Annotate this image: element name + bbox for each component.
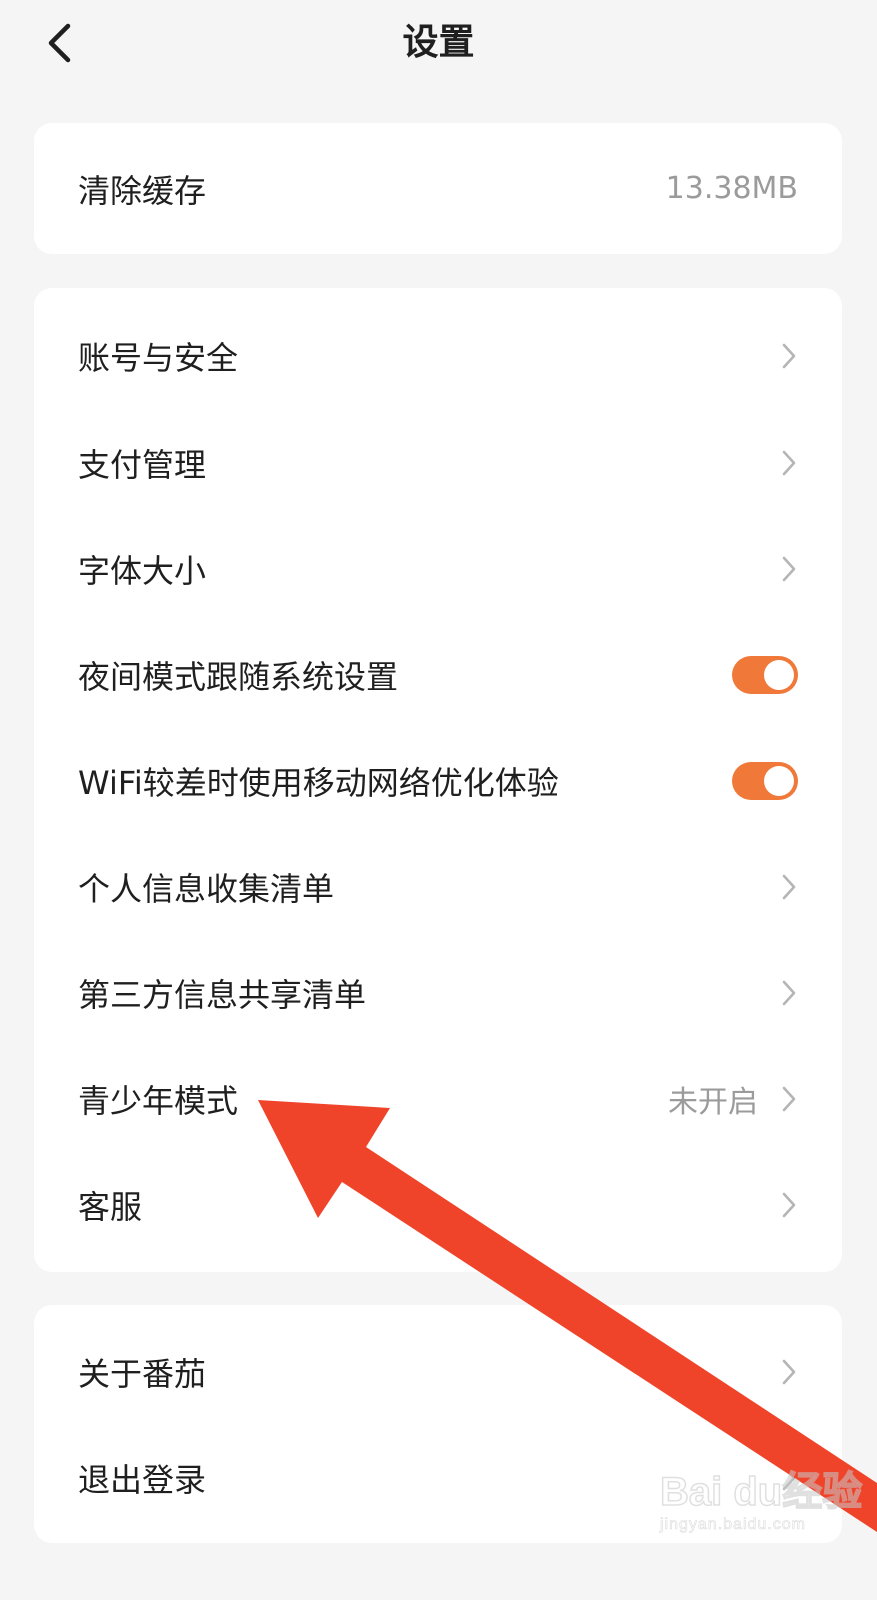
third-party-sharing-label: 第三方信息共享清单 (78, 976, 367, 1014)
toggle-knob (764, 660, 794, 690)
chevron-right-icon (780, 1357, 798, 1387)
font-size-label: 字体大小 (78, 552, 207, 590)
account-card: 关于番茄 退出登录 (34, 1305, 842, 1543)
font-size-row[interactable]: 字体大小 (34, 516, 842, 622)
teen-mode-row[interactable]: 青少年模式 未开启 (34, 1046, 842, 1152)
third-party-sharing-row[interactable]: 第三方信息共享清单 (34, 940, 842, 1046)
about-label: 关于番茄 (78, 1355, 207, 1393)
customer-service-row[interactable]: 客服 (34, 1152, 842, 1258)
teen-mode-status: 未开启 (668, 1085, 758, 1120)
navigation-bar: 设置 (0, 0, 877, 90)
toggle-knob (764, 766, 794, 796)
chevron-right-icon (780, 1084, 798, 1114)
settings-page: 设置 清除缓存 13.38MB 账号与安全 支付管理 字体大小 夜间模式跟随系统… (0, 0, 877, 1600)
chevron-right-icon (780, 1463, 798, 1493)
logout-label: 退出登录 (78, 1461, 207, 1499)
clear-cache-label: 清除缓存 (78, 171, 207, 210)
cache-size-value: 13.38MB (665, 171, 798, 206)
personal-info-list-row[interactable]: 个人信息收集清单 (34, 834, 842, 940)
chevron-right-icon (780, 554, 798, 584)
wifi-optimize-toggle[interactable] (732, 762, 798, 800)
payment-management-label: 支付管理 (78, 446, 207, 484)
account-security-label: 账号与安全 (78, 339, 239, 377)
cache-card: 清除缓存 13.38MB (34, 123, 842, 254)
settings-card: 账号与安全 支付管理 字体大小 夜间模式跟随系统设置 WiFi较差时使用移动网络… (34, 288, 842, 1272)
about-row[interactable]: 关于番茄 (34, 1319, 842, 1425)
chevron-right-icon (780, 341, 798, 371)
night-mode-row: 夜间模式跟随系统设置 (34, 622, 842, 728)
account-security-row[interactable]: 账号与安全 (34, 302, 842, 410)
payment-management-row[interactable]: 支付管理 (34, 410, 842, 516)
night-mode-label: 夜间模式跟随系统设置 (78, 658, 399, 696)
chevron-right-icon (780, 1190, 798, 1220)
logout-row[interactable]: 退出登录 (34, 1425, 842, 1531)
customer-service-label: 客服 (78, 1188, 143, 1226)
chevron-right-icon (780, 448, 798, 478)
wifi-optimize-row: WiFi较差时使用移动网络优化体验 (34, 728, 842, 834)
clear-cache-row[interactable]: 清除缓存 13.38MB (34, 123, 842, 254)
page-title: 设置 (402, 22, 475, 63)
personal-info-list-label: 个人信息收集清单 (78, 870, 335, 908)
night-mode-toggle[interactable] (732, 656, 798, 694)
chevron-right-icon (780, 872, 798, 902)
teen-mode-label: 青少年模式 (78, 1082, 239, 1120)
chevron-right-icon (780, 978, 798, 1008)
wifi-optimize-label: WiFi较差时使用移动网络优化体验 (78, 764, 559, 802)
